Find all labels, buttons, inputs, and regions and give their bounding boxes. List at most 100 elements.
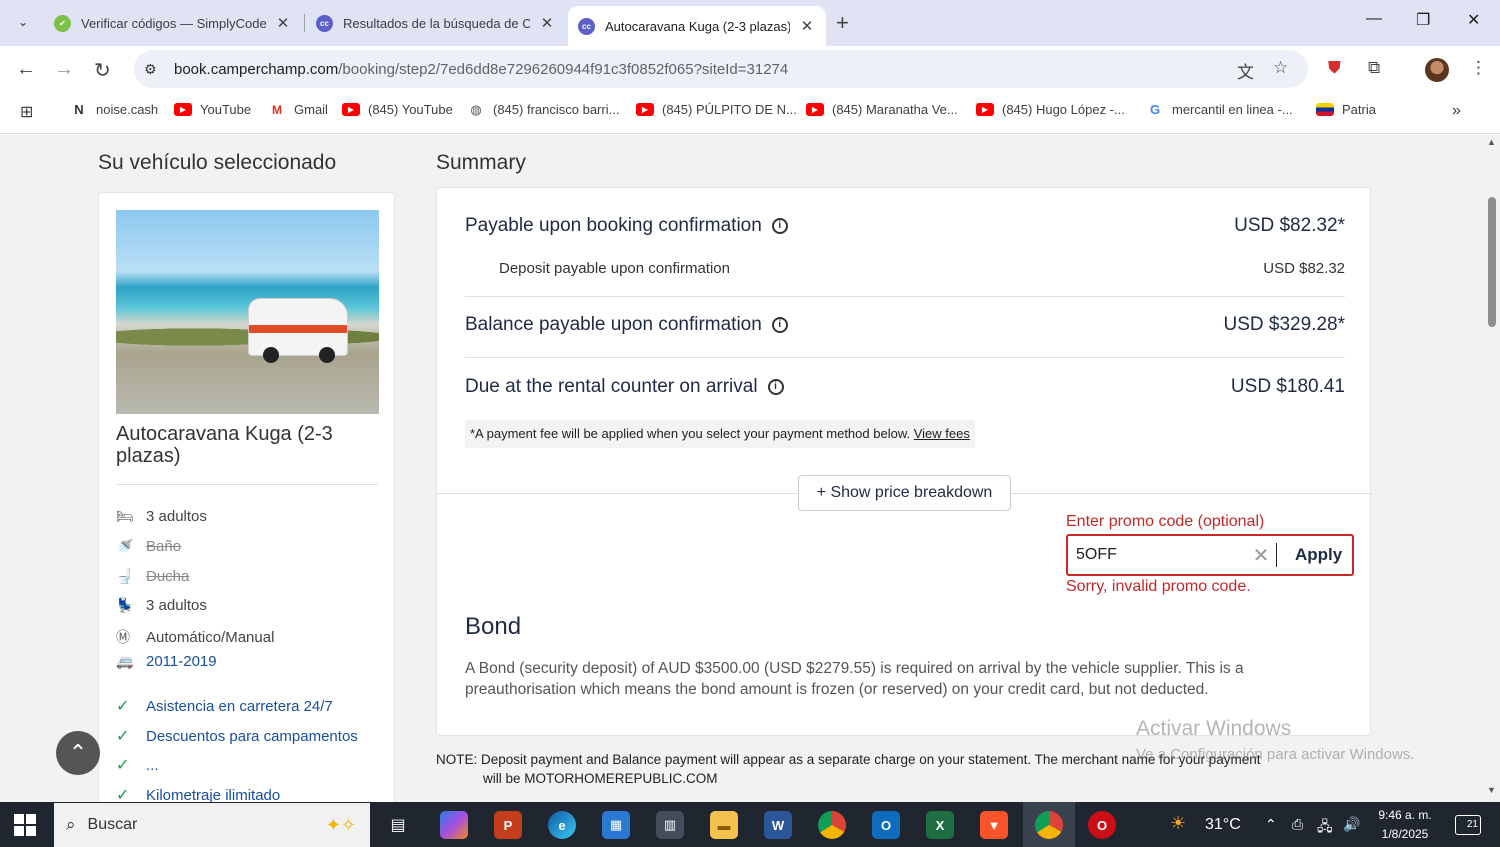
back-button[interactable]: ← [16, 58, 36, 81]
outlook-icon[interactable]: O [872, 811, 900, 839]
bookmark-label: Gmail [294, 102, 328, 117]
page-scrollbar[interactable]: ▲ ▼ [1484, 135, 1500, 802]
url-path: /booking/step2/7ed6dd8e7296260944f91c3f0… [338, 60, 789, 78]
scroll-to-top-button[interactable]: ⌃ [56, 731, 100, 775]
feature-bath: 🚿 Baño [116, 538, 181, 555]
feature-year: 🚐 2011-2019 [116, 653, 217, 670]
tab-search-button[interactable]: ⌄ [8, 8, 38, 36]
new-tab-button[interactable]: + [836, 10, 849, 36]
close-tab-icon[interactable]: ✕ [538, 14, 556, 32]
youtube-icon: ▶ [636, 103, 654, 116]
profile-avatar[interactable] [1425, 58, 1449, 82]
weather-icon[interactable]: ☀ [1170, 813, 1186, 834]
device-icon[interactable]: ⎙ [1292, 816, 1303, 833]
task-view-icon[interactable]: ▤ [384, 811, 412, 839]
due-row: Due at the rental counter on arrival i US… [465, 376, 1345, 398]
bookmark-pulpito[interactable]: ▶ (845) PÚLPITO DE N... [636, 102, 797, 117]
apply-promo-button[interactable]: Apply [1287, 545, 1350, 565]
ublock-extension-icon[interactable]: ⛊ [1328, 58, 1341, 78]
bookmark-noise-cash[interactable]: Nnoise.cash [70, 102, 158, 117]
clock-date: 1/8/2025 [1381, 827, 1429, 841]
noise-icon: N [74, 102, 84, 117]
menu-kebab-icon[interactable]: ⋮ [1470, 58, 1487, 78]
feature-label: Automático/Manual [146, 628, 275, 646]
taskbar-search[interactable]: ⌕ Buscar ✦✧ [54, 803, 370, 847]
edge-icon[interactable]: e [548, 811, 576, 839]
chrome-icon[interactable] [1035, 811, 1063, 839]
show-price-breakdown-button[interactable]: + Show price breakdown [798, 475, 1011, 511]
bookmark-youtube[interactable]: ▶ YouTube [174, 102, 251, 117]
volume-icon[interactable]: 🔊 [1343, 816, 1360, 833]
show-hidden-icons-icon[interactable]: ⌃ [1265, 816, 1277, 833]
bookmark-label: (845) francisco barri... [493, 102, 620, 117]
site-info-icon[interactable]: ⚙ [144, 61, 164, 78]
copilot-icon[interactable] [440, 811, 468, 839]
system-clock[interactable]: 9:46 a. m. 1/8/2025 [1370, 806, 1440, 844]
notification-center-icon[interactable]: 21 [1455, 815, 1481, 835]
camperchamp-favicon-icon: cc [316, 14, 333, 32]
bookmark-hugo-lopez[interactable]: ▶ (845) Hugo López -... [976, 102, 1125, 117]
youtube-icon: ▶ [806, 103, 824, 116]
chrome-profile-icon[interactable] [818, 811, 846, 839]
info-icon[interactable]: i [771, 217, 788, 234]
bookmark-maranatha[interactable]: ▶ (845) Maranatha Ve... [806, 102, 958, 117]
more-bookmarks-icon[interactable]: » [1452, 102, 1461, 120]
tab-search-results[interactable]: cc Resultados de la búsqueda de C ✕ [306, 6, 566, 40]
checkmark-icon: ✓ [116, 757, 130, 774]
windows-start-icon[interactable] [14, 814, 36, 836]
bookmark-francisco[interactable]: ◍ (845) francisco barri... [467, 101, 620, 118]
word-icon[interactable]: W [764, 811, 792, 839]
info-icon[interactable]: i [767, 378, 784, 395]
bond-title: Bond [465, 613, 522, 640]
weather-temp[interactable]: 31°C [1205, 816, 1241, 834]
bookmark-mercantil[interactable]: Gmercantil en linea -... [1146, 102, 1293, 117]
inclusion-roadside: ✓ Asistencia en carretera 24/7 [116, 696, 333, 716]
feature-label: 3 adultos [146, 597, 207, 614]
info-icon[interactable]: i [771, 316, 788, 333]
scroll-down-arrow-icon[interactable]: ▼ [1487, 785, 1496, 795]
promo-code-field: ✕ Apply [1066, 534, 1354, 576]
close-window-button[interactable]: ✕ [1467, 10, 1480, 30]
restore-button[interactable]: ❐ [1416, 10, 1430, 30]
bookmark-patria[interactable]: Patria [1316, 102, 1376, 117]
view-fees-link[interactable]: View fees [914, 426, 970, 441]
close-tab-icon[interactable]: ✕ [274, 14, 292, 32]
address-bar[interactable]: ⚙ book.camperchamp.com/booking/step2/7ed… [134, 50, 1308, 88]
reload-button[interactable]: ↻ [94, 58, 111, 83]
powerpoint-icon[interactable]: P [494, 811, 522, 839]
scroll-up-arrow-icon[interactable]: ▲ [1487, 137, 1496, 147]
file-explorer-icon[interactable]: ▬ [710, 811, 738, 839]
close-tab-icon[interactable]: ✕ [798, 17, 816, 35]
balance-label: Balance payable upon confirmation [465, 314, 762, 335]
bookmark-label: Patria [1342, 102, 1376, 117]
bookmark-star-icon[interactable]: ☆ [1273, 58, 1288, 78]
calculator-icon[interactable]: ▥ [656, 811, 684, 839]
translate-icon[interactable]: 文 [1237, 58, 1254, 83]
network-icon[interactable]: 🖧 [1317, 816, 1333, 840]
promo-code-input[interactable] [1076, 546, 1246, 564]
extensions-puzzle-icon[interactable]: ⧉ [1368, 58, 1380, 78]
bookmark-845-youtube[interactable]: ▶ (845) YouTube [342, 102, 453, 117]
apps-grid-icon[interactable]: ⊞ [20, 102, 33, 122]
globe-icon: ◍ [470, 101, 482, 117]
store-icon[interactable]: ▦ [602, 811, 630, 839]
youtube-icon: ▶ [174, 103, 192, 116]
opera-icon[interactable]: O [1088, 811, 1116, 839]
scrollbar-thumb[interactable] [1488, 197, 1496, 327]
search-placeholder: Buscar [87, 816, 138, 833]
tab-autocaravana[interactable]: cc Autocaravana Kuga (2-3 plazas) ✕ [568, 6, 826, 46]
url-text[interactable]: book.camperchamp.com/booking/step2/7ed6d… [174, 61, 788, 78]
forward-button[interactable]: → [54, 58, 74, 81]
note-line: will be MOTORHOMEREPUBLIC.COM [483, 771, 718, 786]
minimize-button[interactable]: — [1366, 10, 1382, 28]
bookmark-gmail[interactable]: M Gmail [268, 102, 328, 117]
tab-simplycode[interactable]: ✔ Verificar códigos — SimplyCode ✕ [44, 6, 302, 40]
feature-adults-seats: 💺 3 adultos [116, 597, 207, 614]
windows-activation-subtext: Ve a Configuración para activar Windows. [1136, 746, 1415, 763]
excel-icon[interactable]: X [926, 811, 954, 839]
brave-icon[interactable]: ▼ [980, 811, 1008, 839]
feature-label: Ducha [146, 568, 190, 585]
clear-icon[interactable]: ✕ [1246, 543, 1276, 568]
promo-error-message: Sorry, invalid promo code. [1066, 578, 1251, 595]
vehicle-photo [116, 210, 379, 414]
